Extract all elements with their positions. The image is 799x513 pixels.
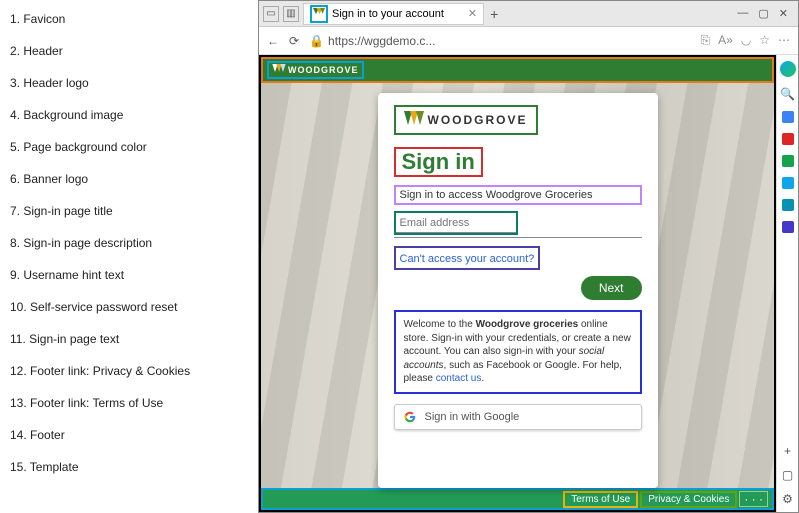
page-text-bold: Woodgrove groceries xyxy=(476,319,579,330)
sidebar-app-icon[interactable] xyxy=(782,221,794,233)
browser-tab[interactable]: Sign in to your account ✕ xyxy=(303,3,484,25)
tab-overview-icon[interactable]: ▭ xyxy=(263,6,279,22)
google-label: Sign in with Google xyxy=(425,411,520,423)
woodgrove-logo-icon xyxy=(272,64,286,76)
new-tab-button[interactable]: + xyxy=(490,6,498,22)
sidebar-app-icon[interactable] xyxy=(782,155,794,167)
email-field[interactable] xyxy=(396,214,516,233)
page-footer: Terms of Use Privacy & Cookies · · · xyxy=(261,488,774,510)
annotation-list: 1. Favicon 2. Header 3. Header logo 4. B… xyxy=(0,0,258,513)
sidebar-app-icon[interactable] xyxy=(782,133,794,145)
search-icon[interactable]: 🔍 xyxy=(780,87,795,101)
signin-card: WOODGROVE Sign in Sign in to access Wood… xyxy=(378,93,658,488)
signin-description: Sign in to access Woodgrove Groceries xyxy=(400,189,593,201)
signin-description-callout: Sign in to access Woodgrove Groceries xyxy=(394,185,642,205)
signin-page-text-callout: Welcome to the Woodgrove groceries onlin… xyxy=(394,310,642,394)
annotation-item: 7. Sign-in page title xyxy=(10,204,252,218)
menu-icon[interactable]: ⋯ xyxy=(778,33,790,48)
sidebar-panel-icon[interactable]: ▢ xyxy=(782,468,793,482)
annotation-item: 2. Header xyxy=(10,44,252,58)
text-size-icon[interactable]: A» xyxy=(718,33,733,48)
minimize-button[interactable]: — xyxy=(737,7,748,20)
page-text: . xyxy=(481,373,484,384)
username-hint-callout xyxy=(394,211,518,235)
tab-title: Sign in to your account xyxy=(332,8,444,20)
input-underline xyxy=(394,237,642,238)
browser-window: ▭ ▥ Sign in to your account ✕ + — ▢ ✕ ← … xyxy=(258,0,799,513)
page-text: Welcome to the xyxy=(404,319,476,330)
bing-icon[interactable] xyxy=(780,61,796,77)
annotation-item: 11. Sign-in page text xyxy=(10,332,252,346)
sspr-link[interactable]: Can't access your account? xyxy=(400,253,535,265)
annotation-item: 10. Self-service password reset xyxy=(10,300,252,314)
favorite-icon[interactable]: ☆ xyxy=(759,33,770,48)
annotation-item: 9. Username hint text xyxy=(10,268,252,282)
google-signin-button[interactable]: Sign in with Google xyxy=(394,404,642,430)
annotation-item: 13. Footer link: Terms of Use xyxy=(10,396,252,410)
close-tab-icon[interactable]: ✕ xyxy=(468,7,477,20)
reading-mode-icon[interactable]: ⎘ xyxy=(700,33,710,48)
privacy-cookies-link[interactable]: Privacy & Cookies xyxy=(640,491,737,508)
favicon-icon xyxy=(313,8,325,20)
maximize-button[interactable]: ▢ xyxy=(758,7,768,20)
favicon-callout xyxy=(310,5,328,23)
contact-us-link[interactable]: contact us xyxy=(436,373,482,384)
address-bar-icons: ⎘ A» ◡ ☆ ⋯ xyxy=(700,33,790,48)
url-text: https://wggdemo.c... xyxy=(328,34,435,48)
banner-logo-callout: WOODGROVE xyxy=(394,105,538,135)
annotation-item: 4. Background image xyxy=(10,108,252,122)
window-controls: — ▢ ✕ xyxy=(737,7,794,20)
sidebar-settings-icon[interactable]: ⚙ xyxy=(782,492,793,506)
annotation-item: 5. Page background color xyxy=(10,140,252,154)
tab-list-icon[interactable]: ▥ xyxy=(283,6,299,22)
footer-more-button[interactable]: · · · xyxy=(739,491,768,507)
header-logo-callout: WOODGROVE xyxy=(267,61,364,79)
url-display[interactable]: 🔒 https://wggdemo.c... xyxy=(309,34,435,48)
annotation-item: 3. Header logo xyxy=(10,76,252,90)
profile-icon[interactable]: ◡ xyxy=(741,33,751,48)
annotation-item: 6. Banner logo xyxy=(10,172,252,186)
terms-of-use-link[interactable]: Terms of Use xyxy=(563,491,638,508)
close-window-button[interactable]: ✕ xyxy=(779,7,788,20)
signin-title: Sign in xyxy=(402,149,475,174)
template-callout: WOODGROVE WOODGROVE Sign in Sign in to a… xyxy=(259,55,776,512)
lock-icon: 🔒 xyxy=(309,34,324,48)
banner-brand-text: WOODGROVE xyxy=(428,113,528,127)
header-brand-text: WOODGROVE xyxy=(288,65,359,75)
refresh-button[interactable]: ⟳ xyxy=(289,34,299,48)
background-image: WOODGROVE Sign in Sign in to access Wood… xyxy=(261,83,774,488)
sidebar-add-icon[interactable]: + xyxy=(784,444,791,458)
annotation-item: 15. Template xyxy=(10,460,252,474)
sspr-callout: Can't access your account? xyxy=(394,246,541,270)
woodgrove-banner-icon xyxy=(404,111,424,129)
sidebar-app-icon[interactable] xyxy=(782,199,794,211)
annotation-item: 12. Footer link: Privacy & Cookies xyxy=(10,364,252,378)
signin-title-callout: Sign in xyxy=(394,147,483,177)
annotation-item: 14. Footer xyxy=(10,428,252,442)
next-button[interactable]: Next xyxy=(581,276,642,300)
back-button[interactable]: ← xyxy=(267,34,279,48)
address-bar: ← ⟳ 🔒 https://wggdemo.c... ⎘ A» ◡ ☆ ⋯ xyxy=(259,27,798,55)
google-icon xyxy=(403,410,417,424)
page-header: WOODGROVE xyxy=(261,57,774,83)
sidebar-app-icon[interactable] xyxy=(782,111,794,123)
annotation-item: 8. Sign-in page description xyxy=(10,236,252,250)
annotation-item: 1. Favicon xyxy=(10,12,252,26)
edge-sidebar: 🔍 + ▢ ⚙ xyxy=(776,55,798,512)
title-bar: ▭ ▥ Sign in to your account ✕ + — ▢ ✕ xyxy=(259,1,798,27)
tab-strip-buttons: ▭ ▥ xyxy=(263,6,299,22)
content-area: WOODGROVE WOODGROVE Sign in Sign in to a… xyxy=(259,55,798,512)
sidebar-app-icon[interactable] xyxy=(782,177,794,189)
